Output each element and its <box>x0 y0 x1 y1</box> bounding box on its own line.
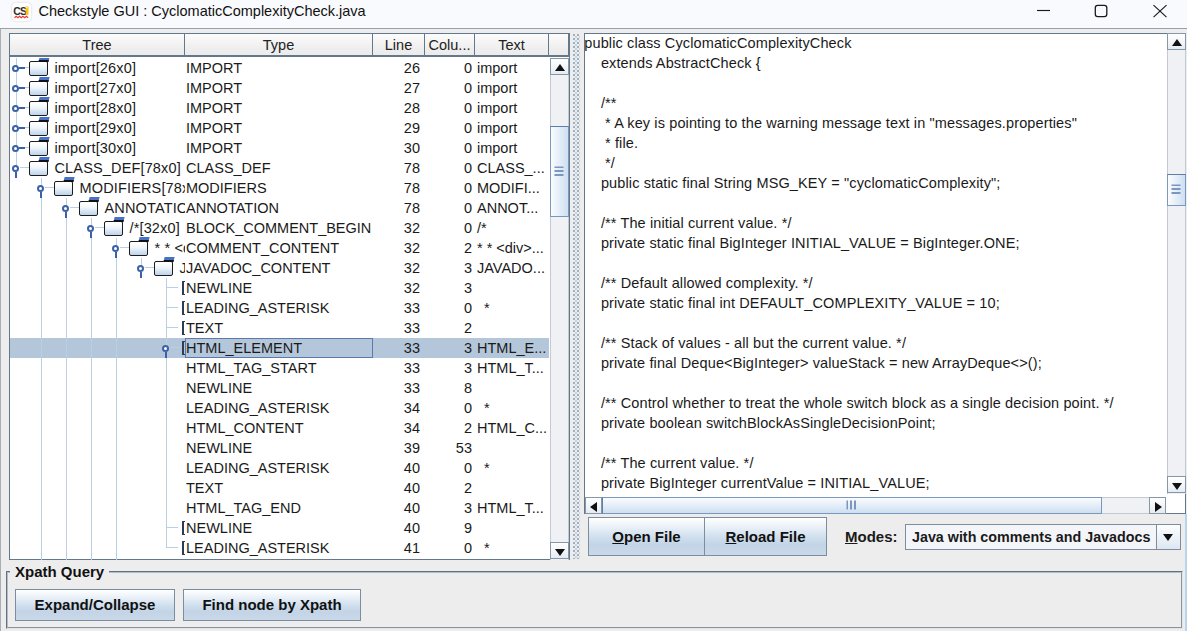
svg-text:CS: CS <box>13 5 27 17</box>
